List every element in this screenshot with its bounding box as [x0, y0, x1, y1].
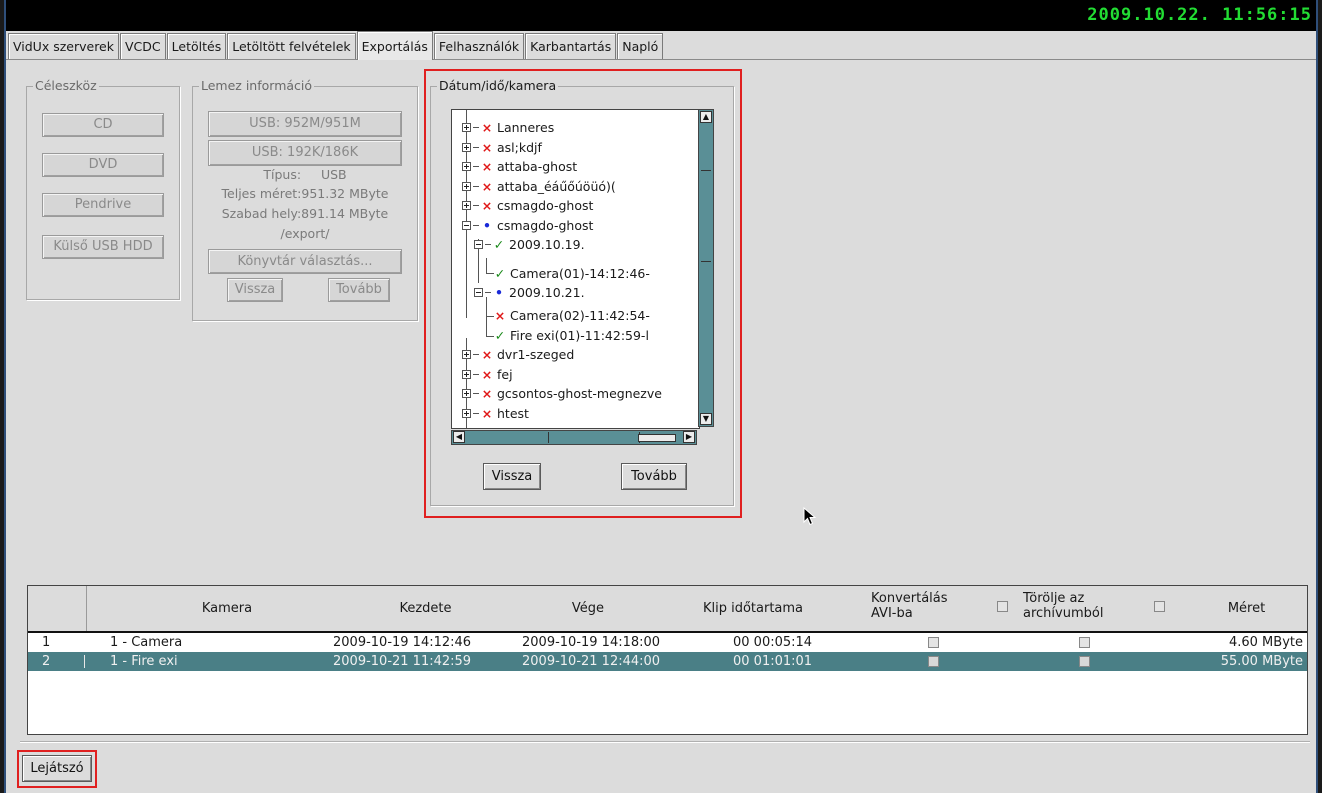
- disk-total-size-text: Teljes méret:951.32 MByte: [221, 186, 389, 201]
- highlight-frame-player: [17, 750, 97, 788]
- row-end: 2009-10-19 14:18:00: [522, 635, 661, 650]
- row-start: 2009-10-19 14:12:46: [333, 635, 472, 650]
- header-convert-avi[interactable]: Konvertálás AVI-ba: [871, 586, 971, 631]
- row-camera: 1 - Camera: [110, 635, 183, 650]
- tab-downloaded-recordings[interactable]: Letöltött felvételek: [227, 33, 356, 60]
- tab-download[interactable]: Letöltés: [166, 33, 227, 60]
- tab-log[interactable]: Napló: [617, 33, 664, 60]
- highlight-frame-date-group: [424, 69, 742, 518]
- tab-vcdc[interactable]: VCDC: [120, 33, 166, 60]
- row-convert-checkbox[interactable]: [928, 637, 939, 648]
- choose-directory-button[interactable]: Könyvtár választás...: [208, 249, 402, 274]
- clock-display: 2009.10.22. 11:56:15: [1087, 5, 1312, 25]
- export-path-text: /export/: [280, 226, 330, 241]
- row-duration: 00 01:01:01: [733, 654, 813, 669]
- tab-export[interactable]: Exportálás: [356, 31, 433, 60]
- header-size[interactable]: Méret: [1194, 586, 1299, 631]
- row-delete-checkbox[interactable]: [1079, 637, 1090, 648]
- header-camera[interactable]: Kamera: [86, 586, 368, 631]
- tab-maintenance[interactable]: Karbantartás: [525, 33, 617, 60]
- disk-info-legend: Lemez információ: [199, 78, 315, 93]
- convert-all-checkbox[interactable]: [997, 601, 1008, 612]
- usb-device-1-button[interactable]: USB: 952M/951M: [208, 111, 402, 137]
- row-size: 4.60 MByte: [1228, 635, 1303, 650]
- header-delete-archive[interactable]: Törölje az archívumból: [1023, 586, 1123, 631]
- tab-bar: VidUx szerverek VCDC Letöltés Letöltött …: [8, 31, 664, 60]
- tab-users[interactable]: Felhasználók: [433, 33, 525, 60]
- row-start: 2009-10-21 11:42:59: [333, 654, 472, 669]
- pendrive-button[interactable]: Pendrive: [42, 193, 164, 217]
- header-start[interactable]: Kezdete: [368, 586, 483, 631]
- row-duration: 00 00:05:14: [733, 635, 813, 650]
- header-delete-line1: Törölje az: [1023, 591, 1085, 606]
- export-clip-table: Kamera Kezdete Vége Klip időtartama Konv…: [27, 585, 1308, 735]
- row-number: 1: [42, 635, 51, 650]
- header-end[interactable]: Vége: [514, 586, 662, 631]
- header-convert-line1: Konvertálás: [871, 591, 948, 606]
- disk-free-space-text: Szabad hely:891.14 MByte: [221, 206, 389, 221]
- header-convert-line2: AVI-ba: [871, 606, 913, 621]
- tab-vidux-servers[interactable]: VidUx szerverek: [8, 33, 119, 60]
- bottom-divider: [20, 741, 1310, 742]
- header-duration[interactable]: Klip időtartama: [687, 586, 819, 631]
- disk-type-text: Típus: USB: [263, 167, 347, 182]
- mouse-pointer-icon: [803, 507, 817, 526]
- row-convert-checkbox[interactable]: [928, 656, 939, 667]
- row-end: 2009-10-21 12:44:00: [522, 654, 661, 669]
- header-delete-line2: archívumból: [1023, 606, 1104, 621]
- external-usb-hdd-button[interactable]: Külső USB HDD: [42, 235, 164, 259]
- disk-back-button[interactable]: Vissza: [227, 278, 283, 302]
- disk-next-button[interactable]: Tovább: [328, 278, 390, 302]
- dvd-button[interactable]: DVD: [42, 153, 164, 177]
- app-window: 2009.10.22. 11:56:15 VidUx szerverek VCD…: [4, 0, 1318, 793]
- title-bar: 2009.10.22. 11:56:15: [6, 0, 1316, 31]
- table-header: Kamera Kezdete Vége Klip időtartama Konv…: [28, 586, 1307, 633]
- table-row-selected[interactable]: 2 1 - Fire exi 2009-10-21 11:42:59 2009-…: [28, 652, 1307, 671]
- row-number: 2: [42, 654, 51, 669]
- cd-button[interactable]: CD: [42, 113, 164, 137]
- row-size: 55.00 MByte: [1220, 654, 1303, 669]
- tab-divider: [6, 59, 1316, 60]
- table-row[interactable]: 1 1 - Camera 2009-10-19 14:12:46 2009-10…: [28, 633, 1307, 652]
- row-camera: 1 - Fire exi: [110, 654, 178, 669]
- target-device-legend: Céleszköz: [33, 78, 99, 93]
- usb-device-2-button[interactable]: USB: 192K/186K: [208, 140, 402, 166]
- delete-all-checkbox[interactable]: [1154, 601, 1165, 612]
- row-delete-checkbox[interactable]: [1079, 656, 1090, 667]
